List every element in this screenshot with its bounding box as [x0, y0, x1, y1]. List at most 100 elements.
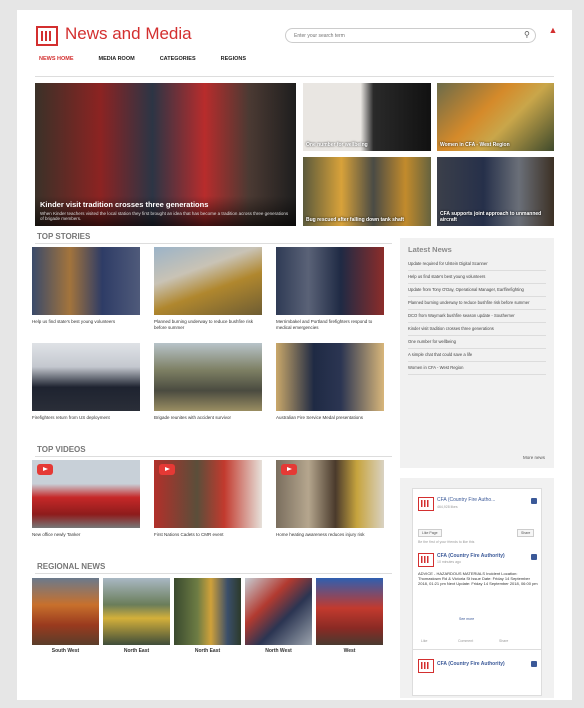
site-title[interactable]: News and Media [65, 24, 192, 44]
feature-tile[interactable]: Bug rescued after falling down tank shaf… [303, 157, 431, 226]
video-caption[interactable]: New office newly Tanker [32, 532, 140, 538]
search-input[interactable] [285, 28, 536, 43]
video-caption[interactable]: Home heating awareness reduces injury ri… [276, 532, 384, 538]
story-card[interactable]: Merrimbakel and Portland firefighters re… [276, 247, 384, 331]
region-label[interactable]: South West [32, 648, 99, 654]
facebook-post-author[interactable]: CFA (Country Fire Authority) [437, 661, 505, 667]
region-image[interactable] [174, 578, 241, 645]
divider [413, 649, 541, 650]
search-icon[interactable]: ⚲ [524, 30, 530, 39]
facebook-likes: 464,928 likes [437, 505, 458, 509]
regional-news-heading: REGIONAL NEWS [37, 562, 106, 571]
region-label[interactable]: North West [245, 648, 312, 654]
feature-tile-caption: Women in CFA - West Region [440, 142, 510, 148]
story-image[interactable] [154, 247, 262, 315]
like-action[interactable]: Like [421, 639, 427, 643]
cfa-logo[interactable] [418, 553, 434, 567]
feature-tile-caption: CFA supports joint approach to unmanned … [440, 211, 542, 223]
latest-news-item[interactable]: A simple chat that could save a life [408, 349, 546, 362]
feature-tile-caption: Bug rescued after falling down tank shaf… [306, 217, 405, 223]
story-card[interactable]: Help us find state's best young voluntee… [32, 247, 140, 325]
video-thumbnail[interactable] [276, 460, 384, 528]
nav-regions[interactable]: REGIONS [221, 56, 246, 62]
facebook-icon [531, 498, 537, 504]
region-card[interactable]: South West [32, 578, 99, 654]
feature-tile[interactable]: Women in CFA - West Region [437, 83, 554, 151]
story-card[interactable]: Planned burning underway to reduce bushf… [154, 247, 262, 331]
play-icon[interactable] [281, 464, 297, 475]
latest-news-item[interactable]: Help us find state's best young voluntee… [408, 271, 546, 284]
region-card[interactable]: North East [103, 578, 170, 654]
story-image[interactable] [32, 343, 140, 411]
video-card[interactable]: First Nations Cadets to CMR event [154, 460, 262, 538]
latest-news-heading: Latest News [408, 245, 452, 254]
nav-categories[interactable]: CATEGORIES [160, 56, 196, 62]
story-caption[interactable]: Planned burning underway to reduce bushf… [154, 319, 262, 331]
hero-description: When Kinder teachers visited the local s… [40, 211, 289, 221]
cfa-site-icon[interactable]: ▲ [545, 26, 561, 35]
video-thumbnail[interactable] [32, 460, 140, 528]
region-label[interactable]: West [316, 648, 383, 654]
latest-news-item[interactable]: One number for wellbeing [408, 336, 546, 349]
region-image[interactable] [316, 578, 383, 645]
region-card[interactable]: North East [174, 578, 241, 654]
video-card[interactable]: New office newly Tanker [32, 460, 140, 538]
divider [35, 573, 392, 574]
story-image[interactable] [276, 247, 384, 315]
region-label[interactable]: North East [174, 648, 241, 654]
divider [35, 243, 392, 244]
latest-news-item[interactable]: Planned burning underway to reduce bushf… [408, 297, 546, 310]
more-news-link[interactable]: More news [523, 455, 545, 460]
video-caption[interactable]: First Nations Cadets to CMR event [154, 532, 262, 538]
latest-news-item[interactable]: Kinder visit tradition crosses three gen… [408, 323, 546, 336]
share-button[interactable]: Share [517, 529, 535, 537]
story-card[interactable]: Firefighters return from US deployment [32, 343, 140, 421]
play-icon[interactable] [37, 464, 53, 475]
story-caption[interactable]: Brigade reunites with accident survivor [154, 415, 262, 421]
story-image[interactable] [32, 247, 140, 315]
latest-news-item[interactable]: DCO from Waymark bushfire season update … [408, 310, 546, 323]
main-nav: NEWS HOME MEDIA ROOM CATEGORIES REGIONS [39, 56, 246, 62]
story-card[interactable]: Brigade reunites with accident survivor [154, 343, 262, 421]
feature-tile[interactable]: One number for wellbeing [303, 83, 431, 151]
story-caption[interactable]: Australian Fire Service Medal presentati… [276, 415, 384, 421]
story-image[interactable] [154, 343, 262, 411]
play-icon[interactable] [159, 464, 175, 475]
region-image[interactable] [32, 578, 99, 645]
latest-news-item[interactable]: Women in CFA - West Region [408, 362, 546, 375]
cfa-logo[interactable] [36, 26, 58, 46]
nav-news-home[interactable]: NEWS HOME [39, 56, 74, 62]
share-action[interactable]: Share [499, 639, 508, 643]
comment-action[interactable]: Comment [458, 639, 473, 643]
divider [35, 456, 392, 457]
like-page-button[interactable]: Like Page [418, 529, 442, 537]
story-caption[interactable]: Merrimbakel and Portland firefighters re… [276, 319, 384, 331]
story-caption[interactable]: Firefighters return from US deployment [32, 415, 140, 421]
region-image[interactable] [103, 578, 170, 645]
facebook-friends-text: Be the first of your friends to like thi… [418, 540, 475, 544]
facebook-page-name[interactable]: CFA (Country Fire Autho... [437, 497, 495, 503]
cfa-logo[interactable] [418, 497, 434, 511]
latest-news-item[interactable]: Update from Tony O'Day, Operational Mana… [408, 284, 546, 297]
region-card[interactable]: North West [245, 578, 312, 654]
story-image[interactable] [276, 343, 384, 411]
see-more-link[interactable]: See more [459, 617, 474, 621]
hero-title: Kinder visit tradition crosses three gen… [40, 200, 209, 209]
region-image[interactable] [245, 578, 312, 645]
cfa-logo[interactable] [418, 659, 434, 673]
facebook-post-author[interactable]: CFA (Country Fire Authority) [437, 553, 505, 559]
feature-tile-caption: One number for wellbeing [306, 142, 368, 148]
nav-divider [35, 76, 554, 77]
region-card[interactable]: West [316, 578, 383, 654]
facebook-post-text: ADVICE - HAZARDOUS MATERIALS Incident Lo… [418, 571, 538, 586]
story-card[interactable]: Australian Fire Service Medal presentati… [276, 343, 384, 421]
nav-media-room[interactable]: MEDIA ROOM [99, 56, 135, 62]
video-thumbnail[interactable] [154, 460, 262, 528]
region-label[interactable]: North East [103, 648, 170, 654]
hero-story[interactable]: Kinder visit tradition crosses three gen… [35, 83, 296, 226]
page: News and Media ⚲ ▲ NEWS HOME MEDIA ROOM … [17, 10, 572, 700]
latest-news-item[interactable]: Update required for Ulstein Digital Scan… [408, 258, 546, 271]
video-card[interactable]: Home heating awareness reduces injury ri… [276, 460, 384, 538]
feature-tile[interactable]: CFA supports joint approach to unmanned … [437, 157, 554, 226]
story-caption[interactable]: Help us find state's best young voluntee… [32, 319, 140, 325]
